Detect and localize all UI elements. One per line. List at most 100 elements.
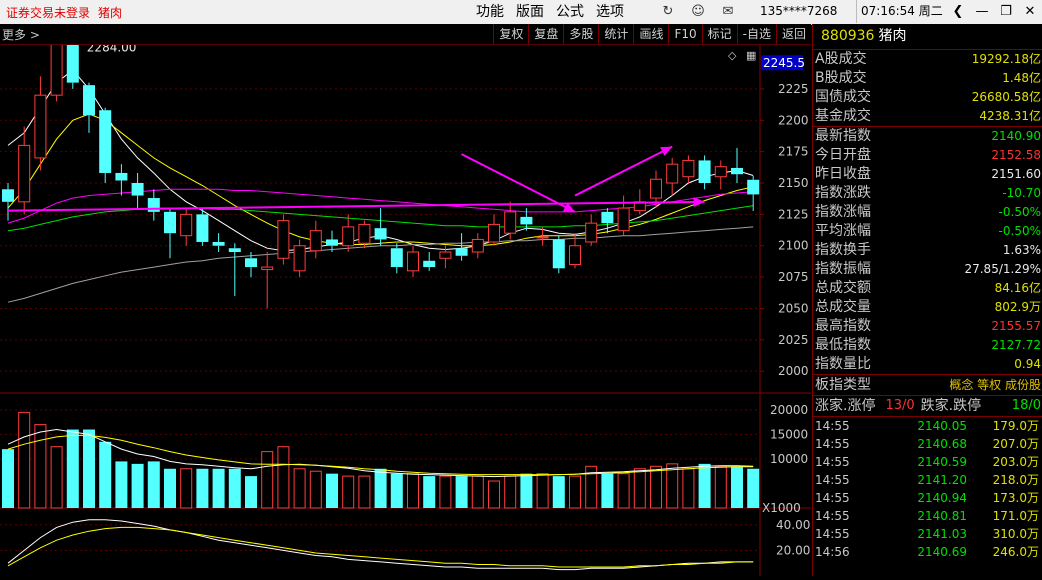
volume-bar[interactable] (390, 473, 403, 508)
volume-bar[interactable] (569, 475, 581, 509)
volume-bar[interactable] (455, 476, 468, 508)
volume-bar[interactable] (326, 473, 338, 508)
minimize-icon[interactable]: — (970, 0, 994, 23)
volume-bar[interactable] (423, 476, 436, 508)
candle[interactable] (374, 208, 387, 246)
volume-bar[interactable] (115, 461, 128, 508)
grid-icon[interactable]: ▦ (746, 49, 756, 62)
replay-button[interactable]: 复盘 (528, 24, 563, 44)
candle[interactable] (309, 220, 322, 259)
more-button[interactable]: 更多 > (2, 26, 40, 43)
volume-bar[interactable] (552, 476, 565, 508)
volume-bar[interactable] (601, 473, 614, 508)
volume-bar[interactable] (488, 480, 500, 509)
volume-bar[interactable] (164, 468, 176, 508)
volume-bar[interactable] (650, 465, 662, 509)
volume-bar[interactable] (2, 449, 14, 508)
candle[interactable] (698, 155, 711, 190)
pan-icon[interactable]: ◇ (728, 49, 737, 62)
volume-bar[interactable] (342, 475, 355, 509)
candle[interactable] (212, 233, 225, 252)
volume-bar[interactable] (666, 463, 679, 509)
candle[interactable] (731, 147, 743, 183)
volume-bar[interactable] (34, 424, 47, 509)
volume-bar[interactable] (50, 446, 63, 509)
multi-stock-button[interactable]: 多股 (563, 24, 598, 44)
candle[interactable] (261, 252, 274, 309)
volume-bar[interactable] (358, 475, 371, 509)
candle[interactable] (471, 233, 484, 259)
volume-bar[interactable] (83, 429, 95, 508)
adjust-button[interactable]: 复权 (493, 24, 528, 44)
trend-arrow[interactable] (7, 200, 705, 212)
tick-row[interactable]: 14:55 2140.81 171.0万 (813, 507, 1042, 525)
candle[interactable] (714, 160, 727, 190)
menu-item-layout[interactable]: 版面 (510, 2, 550, 22)
candle[interactable] (131, 172, 144, 209)
candle[interactable] (18, 126, 31, 215)
mail-icon[interactable]: ✉ (716, 2, 740, 22)
candle[interactable] (455, 233, 468, 261)
volume-bar[interactable] (536, 473, 549, 509)
candle[interactable] (342, 214, 355, 252)
candle[interactable] (488, 214, 500, 246)
candle[interactable] (164, 208, 176, 259)
volume-bar[interactable] (228, 468, 241, 508)
kline-chart[interactable]: 2225 2200 2175 2150 2125 2100 2075 2050 2025 2000… (0, 13, 811, 576)
candle[interactable] (552, 235, 565, 274)
volume-bar[interactable] (131, 463, 144, 508)
volume-bar[interactable] (261, 451, 274, 509)
tick-row[interactable]: 14:55 2140.59 203.0万 (813, 453, 1042, 471)
candle[interactable] (390, 243, 403, 274)
candle[interactable] (682, 155, 695, 183)
volume-bar[interactable] (471, 475, 484, 509)
volume-bar[interactable] (714, 465, 727, 509)
volume-bar[interactable] (747, 468, 760, 508)
tick-row[interactable]: 14:56 2140.69 246.0万 (813, 543, 1042, 561)
remove-watchlist-button[interactable]: -自选 (736, 24, 776, 44)
candle[interactable] (504, 201, 517, 240)
back-icon[interactable]: ❮ (946, 0, 970, 23)
account-phone[interactable]: 135****7268 (760, 4, 837, 18)
candle[interactable] (180, 208, 193, 246)
volume-bar[interactable] (633, 468, 646, 509)
candle[interactable] (407, 245, 419, 278)
menu-item-formula[interactable]: 公式 (550, 2, 590, 22)
stats-button[interactable]: 统计 (598, 24, 633, 44)
volume-bar[interactable] (309, 470, 322, 509)
volume-bar[interactable] (617, 473, 630, 509)
volume-bar[interactable] (212, 468, 225, 508)
mark-button[interactable]: 标记 (701, 24, 737, 44)
back-button[interactable]: 返回 (775, 24, 811, 44)
candle[interactable] (34, 76, 47, 171)
menu-item-function[interactable]: 功能 (470, 2, 510, 22)
volume-bar[interactable] (180, 468, 193, 509)
candle[interactable] (666, 157, 679, 196)
volume-bar[interactable] (99, 441, 112, 508)
candle[interactable] (585, 214, 598, 246)
volume-bar[interactable] (407, 473, 419, 509)
tick-row[interactable]: 14:55 2140.94 173.0万 (813, 489, 1042, 507)
candle[interactable] (277, 214, 290, 265)
volume-bar[interactable] (196, 468, 209, 508)
candle[interactable] (50, 13, 63, 102)
volume-bar[interactable] (682, 468, 695, 509)
kline-chart-area[interactable]: 2225 2200 2175 2150 2125 2100 2075 2050 2025 2000… (0, 13, 811, 576)
volume-bar[interactable] (147, 461, 160, 508)
volume-bar[interactable] (277, 446, 290, 509)
tick-row[interactable]: 14:55 2141.20 218.0万 (813, 471, 1042, 489)
candle[interactable] (83, 82, 95, 133)
candle[interactable] (115, 164, 128, 196)
volume-bar[interactable] (698, 463, 711, 508)
menu-item-options[interactable]: 选项 (590, 2, 630, 22)
volume-bar[interactable] (293, 468, 306, 509)
candle[interactable] (617, 195, 630, 236)
volume-bar[interactable] (374, 468, 387, 508)
candle[interactable] (293, 239, 306, 278)
volume-bar[interactable] (439, 475, 452, 509)
close-icon[interactable]: ✕ (1018, 0, 1042, 23)
tick-list[interactable]: 14:55 2140.05 179.0万 14:55 2140.68 207.0万 14:5… (813, 417, 1042, 561)
draw-line-button[interactable]: 画线 (633, 24, 668, 44)
restore-icon[interactable]: ❐ (994, 0, 1018, 23)
candle[interactable] (147, 189, 160, 221)
